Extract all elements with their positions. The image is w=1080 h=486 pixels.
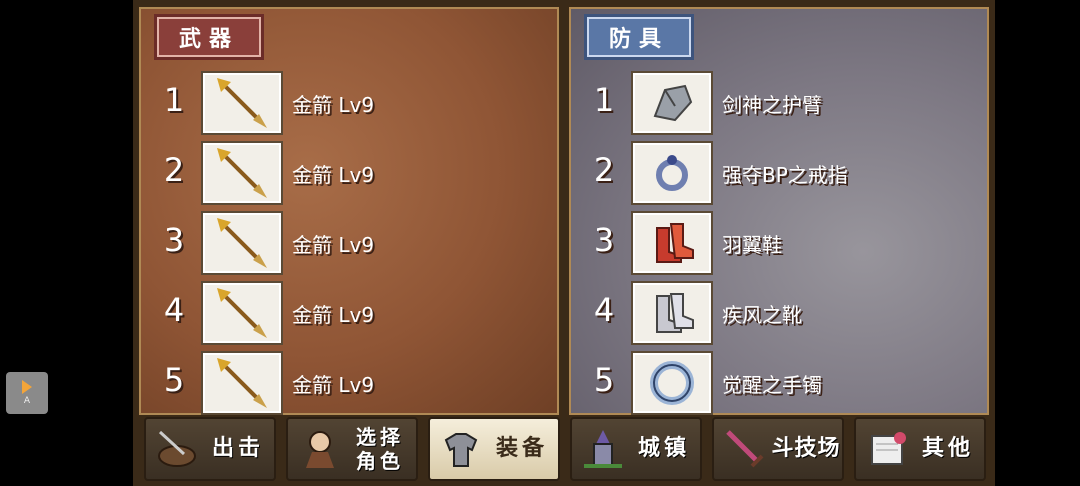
weapon-name: 金箭 Lv9 [292,233,375,257]
tab-arena[interactable]: 斗技场 [712,417,844,481]
tab-label: 出击 [211,436,264,461]
character-icon [294,424,344,474]
armor-name: 羽翼鞋 [722,233,782,257]
armor-row[interactable]: 1 剑神之护臂 [569,71,989,135]
tab-label: 装备 [495,436,548,461]
slot-number: 2 [593,151,615,189]
tab-other[interactable]: 其他 [854,417,986,481]
armor-title: 防具 [587,17,691,57]
armor-row[interactable]: 5 觉醒之手镯 [569,351,989,415]
armor-panel: 防具 1 剑神之护臂 2 强夺BP之戒指 3 羽翼鞋 4 疾风之靴 5 觉醒之手… [566,4,992,418]
armor-row[interactable]: 2 强夺BP之戒指 [569,141,989,205]
golden-arrow-icon[interactable] [201,141,283,205]
slot-number: 3 [163,221,185,259]
play-icon [22,380,32,394]
weapon-row[interactable]: 2 金箭 Lv9 [139,141,559,205]
slot-number: 1 [163,81,185,119]
slot-number: 4 [593,291,615,329]
weapons-title: 武器 [157,17,261,57]
slot-number: 5 [593,361,615,399]
armor-name: 觉醒之手镯 [722,373,822,397]
armor-row[interactable]: 4 疾风之靴 [569,281,989,345]
gauntlet-icon[interactable] [631,71,713,135]
tab-label-line1: 选择 [356,425,404,449]
slot-number: 2 [163,151,185,189]
sortie-icon [152,424,202,474]
silver-boots-icon[interactable] [631,281,713,345]
slot-number: 3 [593,221,615,259]
golden-arrow-icon[interactable] [201,281,283,345]
slot-number: 5 [163,361,185,399]
weapon-name: 金箭 Lv9 [292,163,375,187]
scroll-icon [862,424,912,474]
tab-label: 其他 [921,436,974,461]
weapons-panel: 武器 1 金箭 Lv9 2 金箭 Lv9 3 金箭 Lv9 4 金箭 Lv9 5… [136,4,562,418]
bracelet-icon[interactable] [631,351,713,415]
weapon-row[interactable]: 1 金箭 Lv9 [139,71,559,135]
weapon-row[interactable]: 5 金箭 Lv9 [139,351,559,415]
armor-icon [436,424,486,474]
tab-label: 城镇 [637,436,690,461]
sword-icon [720,424,770,474]
weapon-row[interactable]: 3 金箭 Lv9 [139,211,559,275]
tab-town[interactable]: 城镇 [570,417,702,481]
golden-arrow-icon[interactable] [201,211,283,275]
weapon-row[interactable]: 4 金箭 Lv9 [139,281,559,345]
tab-equipment[interactable]: 装备 [428,417,560,481]
slot-number: 1 [593,81,615,119]
tab-sortie[interactable]: 出击 [144,417,276,481]
tab-label: 斗技场 [771,436,841,461]
golden-arrow-icon[interactable] [201,71,283,135]
golden-arrow-icon[interactable] [201,351,283,415]
red-boots-icon[interactable] [631,211,713,275]
armor-row[interactable]: 3 羽翼鞋 [569,211,989,275]
weapon-name: 金箭 Lv9 [292,93,375,117]
tab-label: 选择 角色 [344,425,416,473]
town-icon [578,424,628,474]
floating-button-label: A [23,396,31,406]
slot-number: 4 [163,291,185,329]
armor-name: 强夺BP之戒指 [722,163,848,187]
weapon-name: 金箭 Lv9 [292,303,375,327]
armor-name: 疾风之靴 [722,303,802,327]
armor-name: 剑神之护臂 [722,93,822,117]
bottom-menu: 出击 选择 角色 装备 城镇 斗技场 其他 [140,417,986,483]
tab-select-character[interactable]: 选择 角色 [286,417,418,481]
weapon-name: 金箭 Lv9 [292,373,375,397]
tab-label-line2: 角色 [356,449,404,473]
ring-icon[interactable] [631,141,713,205]
floating-play-button[interactable]: A [6,372,48,414]
